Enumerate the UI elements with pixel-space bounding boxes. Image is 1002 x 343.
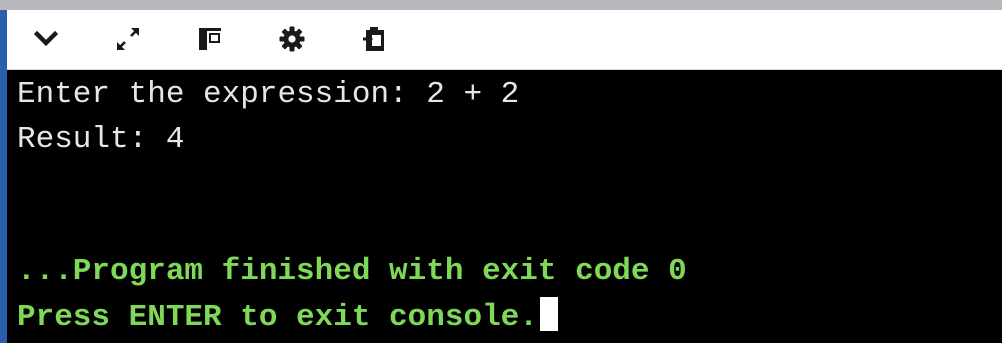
console-line-result: Result: 4 [17, 122, 185, 157]
panel-layout-icon [196, 25, 224, 53]
expand-arrows-icon [114, 25, 142, 53]
chevron-down-icon [34, 27, 58, 51]
clipboard-icon [360, 25, 388, 53]
console-line-exit-prompt: Press ENTER to exit console. [17, 295, 558, 340]
copy-button[interactable] [357, 22, 391, 56]
text-cursor [539, 297, 558, 331]
expand-button[interactable] [111, 22, 145, 56]
layout-button[interactable] [193, 22, 227, 56]
console-exit-text: Press ENTER to exit console. [17, 300, 538, 335]
console-output[interactable]: Enter the expression: 2 + 2 Result: 4 ..… [7, 70, 1002, 343]
gear-icon [278, 25, 306, 53]
settings-button[interactable] [275, 22, 309, 56]
collapse-button[interactable] [29, 22, 63, 56]
window-left-edge [0, 10, 7, 343]
console-toolbar [7, 10, 1002, 70]
console-line-exit-status: ...Program finished with exit code 0 [17, 254, 687, 289]
console-line-prompt: Enter the expression: 2 + 2 [17, 77, 520, 112]
console-window: Enter the expression: 2 + 2 Result: 4 ..… [0, 0, 1002, 343]
window-top-strip [0, 0, 1002, 10]
